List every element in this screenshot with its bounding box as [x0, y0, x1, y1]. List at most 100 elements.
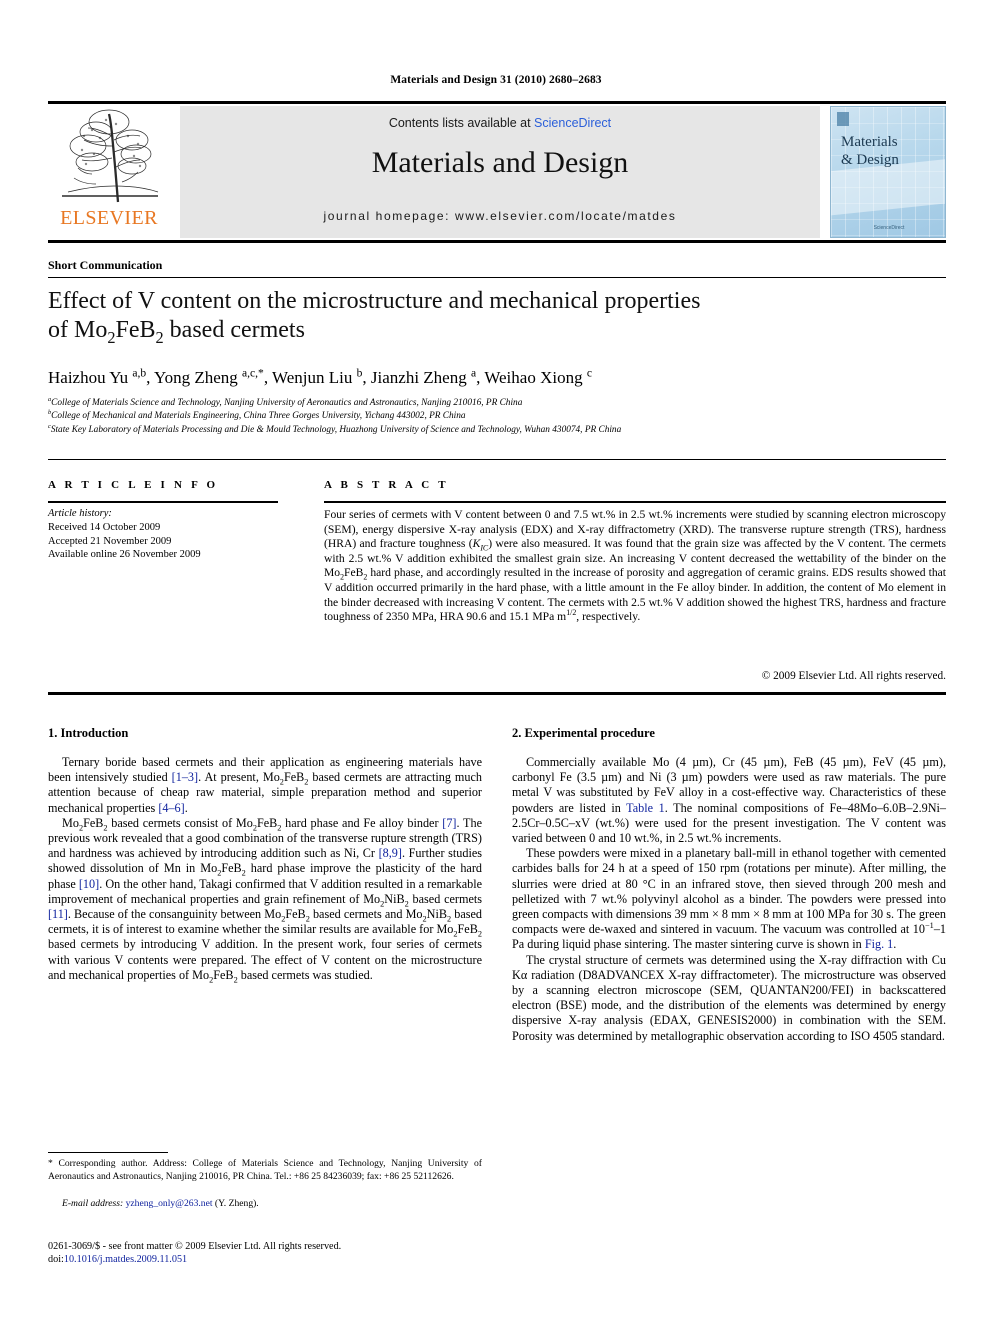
formula-sub: 2	[233, 975, 238, 985]
article-section-type: Short Communication	[48, 258, 163, 272]
author-affil-mark: a,c,*	[242, 366, 264, 380]
elsevier-tree-icon	[62, 109, 159, 203]
formula-sub: 2	[252, 823, 257, 833]
running-head: Materials and Design 31 (2010) 2680–2683	[390, 74, 602, 86]
article-info-rule	[48, 501, 278, 503]
formula-sub: 2	[209, 975, 214, 985]
table-link[interactable]: Table 1	[626, 801, 665, 815]
figure-link[interactable]: Fig. 1	[865, 937, 893, 951]
formula-sub: 2	[404, 899, 409, 909]
author-affil-mark: b	[356, 366, 363, 380]
title-sub-2: 2	[155, 327, 164, 347]
experimental-paragraph-2: These powders were mixed in a planetary …	[512, 846, 946, 952]
affiliation-item: bCollege of Mechanical and Materials Eng…	[48, 409, 466, 422]
affiliation-mark: a	[48, 395, 52, 403]
email-link[interactable]: yzheng_only@263.net	[126, 1198, 213, 1209]
formula-sub: 2	[241, 868, 246, 878]
exponent: −1	[925, 921, 934, 931]
affiliation-list: aCollege of Materials Science and Techno…	[48, 395, 928, 437]
alpha-symbol: α	[520, 967, 528, 982]
formula-sub: 2	[363, 572, 368, 582]
formula-sub: 2	[217, 868, 222, 878]
affiliation-mark: b	[48, 409, 52, 417]
affiliation-mark: c	[48, 422, 51, 430]
affiliation-item: aCollege of Materials Science and Techno…	[48, 395, 523, 408]
journal-cover-thumbnail: Materials & Design ScienceDirect	[830, 106, 946, 238]
body-column-left: 1. Introduction Ternary boride based cer…	[48, 726, 482, 985]
citation-link[interactable]: [7]	[442, 816, 456, 830]
footnote-rule	[48, 1152, 168, 1153]
article-title-line1: Effect of V content on the microstructur…	[48, 288, 701, 314]
abstract-copyright: © 2009 Elsevier Ltd. All rights reserved…	[761, 670, 946, 682]
contents-available-text: Contents lists available at	[388, 116, 535, 130]
email-owner: (Y. Zheng).	[214, 1198, 259, 1209]
citation-link[interactable]: [1–3]	[172, 770, 198, 784]
front-matter-block: 0261-3069/$ - see front matter © 2009 El…	[48, 1240, 488, 1266]
formula-sub: 2	[305, 914, 310, 924]
citation-link[interactable]: [10]	[79, 877, 99, 891]
author-affil-mark: a,b	[132, 366, 147, 380]
formula-sub: 2	[277, 823, 282, 833]
article-title-line2: of Mo2FeB2 based cermets	[48, 317, 305, 345]
elsevier-tree-logo: ELSEVIER	[48, 106, 170, 238]
sciencedirect-link[interactable]: ScienceDirect	[534, 116, 611, 130]
email-label: E-mail address:	[62, 1198, 124, 1209]
author-list: Haizhou Yu a,b, Yong Zheng a,c,*, Wenjun…	[48, 366, 592, 387]
citation-link[interactable]: [4–6]	[158, 801, 184, 815]
intro-paragraph-2: Mo2FeB2 based cermets consist of Mo2FeB2…	[48, 815, 482, 985]
intro-paragraph-1: Ternary boride based cermets and their a…	[48, 755, 482, 815]
formula-sub: 2	[477, 929, 482, 939]
article-history-label: Article history:	[48, 508, 112, 519]
journal-title: Materials and Design	[371, 146, 629, 179]
journal-homepage-line[interactable]: journal homepage: www.elsevier.com/locat…	[180, 209, 820, 223]
doi-line: doi:10.1016/j.matdes.2009.11.051	[48, 1253, 488, 1266]
formula-sub: 2	[422, 914, 427, 924]
citation-link[interactable]: [11]	[48, 907, 68, 921]
formula-sub: 2	[340, 572, 345, 582]
paper-page: Materials and Design 31 (2010) 2680–2683	[0, 0, 992, 1323]
formula-sub: 2	[279, 777, 284, 787]
body-column-right: 2. Experimental procedure Commercially a…	[512, 726, 946, 1044]
article-info-heading: A R T I C L E I N F O	[48, 479, 219, 491]
section-type-rule	[48, 277, 946, 278]
abstract-heading: A B S T R A C T	[324, 479, 449, 491]
journal-masthead: ELSEVIER Contents lists available at Sci…	[48, 104, 946, 238]
doi-link[interactable]: 10.1016/j.matdes.2009.11.051	[64, 1254, 187, 1265]
affiliation-item: cState Key Laboratory of Materials Proce…	[48, 422, 622, 435]
cover-elsevier-mark	[837, 112, 849, 126]
corresponding-author-note: * Corresponding author. Address: College…	[48, 1158, 482, 1182]
formula-sub: 2	[281, 914, 286, 924]
abstract-rule	[324, 501, 946, 503]
formula-sub: 2	[446, 914, 452, 924]
citation-link[interactable]: [8,9]	[379, 846, 402, 860]
doi-label: doi:	[48, 1254, 64, 1265]
cover-title-line1: Materials	[841, 134, 898, 150]
abstract-text: Four series of cermets with V content be…	[324, 508, 946, 624]
formula-sub: 2	[453, 929, 458, 939]
title-sub-1: 2	[107, 327, 116, 347]
cover-title-line2: & Design	[841, 152, 899, 168]
front-matter-line: 0261-3069/$ - see front matter © 2009 El…	[48, 1241, 342, 1252]
history-item: Available online 26 November 2009	[48, 549, 201, 560]
elsevier-wordmark: ELSEVIER	[60, 207, 158, 229]
exponent: 1/2	[566, 608, 577, 618]
section-heading-introduction: 1. Introduction	[48, 726, 129, 740]
section-heading-experimental: 2. Experimental procedure	[512, 726, 655, 740]
experimental-paragraph-1: Commercially available Mo (4 µm), Cr (45…	[512, 755, 946, 846]
contents-available-line: Contents lists available at ScienceDirec…	[180, 116, 820, 130]
sciencedirect-panel: Contents lists available at ScienceDirec…	[180, 106, 820, 238]
abstract-bottom-rule	[48, 692, 946, 695]
article-history-list: Received 14 October 2009 Accepted 21 Nov…	[48, 521, 288, 562]
masthead-bottom-rule	[48, 240, 946, 243]
formula-sub: 2	[103, 823, 108, 833]
author-affil-mark: c	[586, 366, 592, 380]
formula-sub: 2	[304, 777, 309, 787]
k-ic-subscript: IC	[480, 543, 489, 553]
title-pre: of Mo	[48, 317, 108, 343]
experimental-paragraph-3: The crystal structure of cermets was det…	[512, 952, 946, 1043]
cover-sciencedirect-footer: ScienceDirect	[873, 225, 905, 231]
cover-title: Materials & Design	[841, 133, 937, 169]
formula-sub: 2	[380, 899, 385, 909]
article-title: Effect of V content on the microstructur…	[48, 287, 928, 345]
history-item: Received 14 October 2009	[48, 522, 161, 533]
